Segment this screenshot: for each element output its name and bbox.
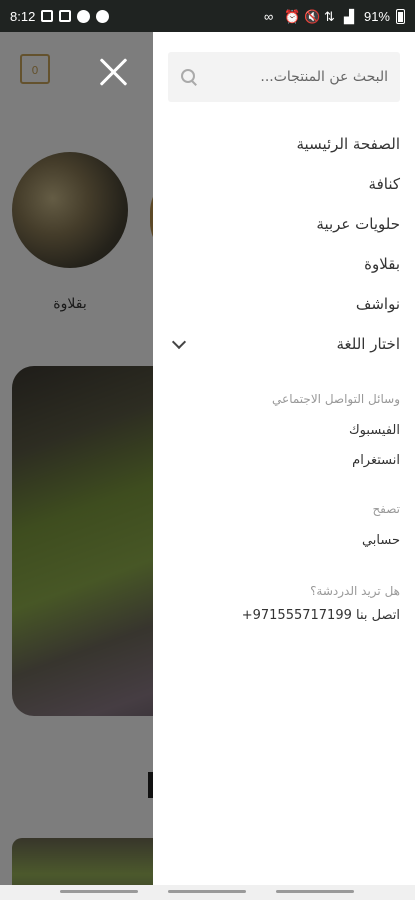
menu-item-home[interactable]: الصفحة الرئيسية	[168, 124, 401, 164]
browse-title: تصفح	[372, 502, 400, 516]
nav-recents-handle[interactable]	[60, 890, 138, 893]
menu-item-label: حلويات عربية	[316, 215, 400, 233]
social-title: وسائل التواصل الاجتماعي	[272, 392, 400, 406]
instagram-link[interactable]: انستغرام	[168, 446, 400, 476]
messenger-icon	[77, 9, 91, 23]
menu-item-baklava[interactable]: بقلاوة	[168, 244, 400, 284]
battery-icon	[396, 8, 405, 24]
system-nav-bar	[0, 885, 415, 900]
menu-item-arabic-sweets[interactable]: حلويات عربية	[168, 204, 400, 244]
mail-icon	[59, 10, 72, 22]
menu-item-label: اختار اللغة	[336, 335, 400, 353]
battery-percent: 91%	[363, 8, 390, 24]
link-icon: ∞	[263, 9, 274, 24]
social-section: وسائل التواصل الاجتماعي الفيسبوك انستغرا…	[168, 392, 400, 476]
chevron-down-icon[interactable]	[171, 334, 187, 350]
status-bar: 8:12 ∞ ⏰ 🔇 ⇅ ▟ 91%	[0, 0, 415, 32]
status-time: 8:12	[10, 8, 36, 24]
search-input[interactable]	[206, 69, 388, 85]
menu-item-label: نواشف	[355, 295, 400, 313]
status-left: 8:12	[10, 8, 110, 24]
phone-number: +971555717199	[241, 608, 352, 623]
my-account-link[interactable]: حسابي	[168, 526, 400, 556]
nav-back-handle[interactable]	[276, 890, 354, 893]
alarm-icon: ⏰	[283, 9, 301, 24]
facebook-link[interactable]: الفيسبوك	[168, 416, 400, 446]
chat-section: هل تريد الدردشة؟ اتصل بنا +971555717199	[168, 584, 400, 623]
menu-item-language[interactable]: اختار اللغة	[168, 324, 400, 364]
chat-title: هل تريد الدردشة؟	[310, 584, 400, 598]
mute-icon: 🔇	[303, 9, 321, 24]
menu-item-label: بقلاوة	[364, 255, 400, 273]
menu-item-label: كنافة	[368, 175, 400, 193]
signal-icon: ▟	[343, 9, 354, 24]
nav-home-handle[interactable]	[168, 890, 246, 893]
status-right: ∞ ⏰ 🔇 ⇅ ▟ 91%	[263, 8, 405, 24]
menu-item-nawashef[interactable]: نواشف	[168, 284, 400, 324]
side-drawer: الصفحة الرئيسية كنافة حلويات عربية بقلاو…	[153, 32, 415, 885]
data-icon: ⇅	[323, 9, 335, 24]
menu-item-kunafa[interactable]: كنافة	[168, 164, 400, 204]
gallery-icon	[41, 10, 54, 22]
search-box[interactable]	[168, 52, 400, 102]
whatsapp-icon	[96, 9, 110, 23]
menu-item-label: الصفحة الرئيسية	[296, 135, 401, 153]
contact-label: اتصل بنا	[356, 608, 400, 623]
search-icon[interactable]	[180, 68, 198, 86]
close-icon[interactable]	[98, 56, 130, 88]
browse-section: تصفح حسابي	[168, 502, 400, 556]
contact-phone-link[interactable]: اتصل بنا +971555717199	[168, 608, 400, 623]
drawer-menu: الصفحة الرئيسية كنافة حلويات عربية بقلاو…	[168, 124, 400, 364]
